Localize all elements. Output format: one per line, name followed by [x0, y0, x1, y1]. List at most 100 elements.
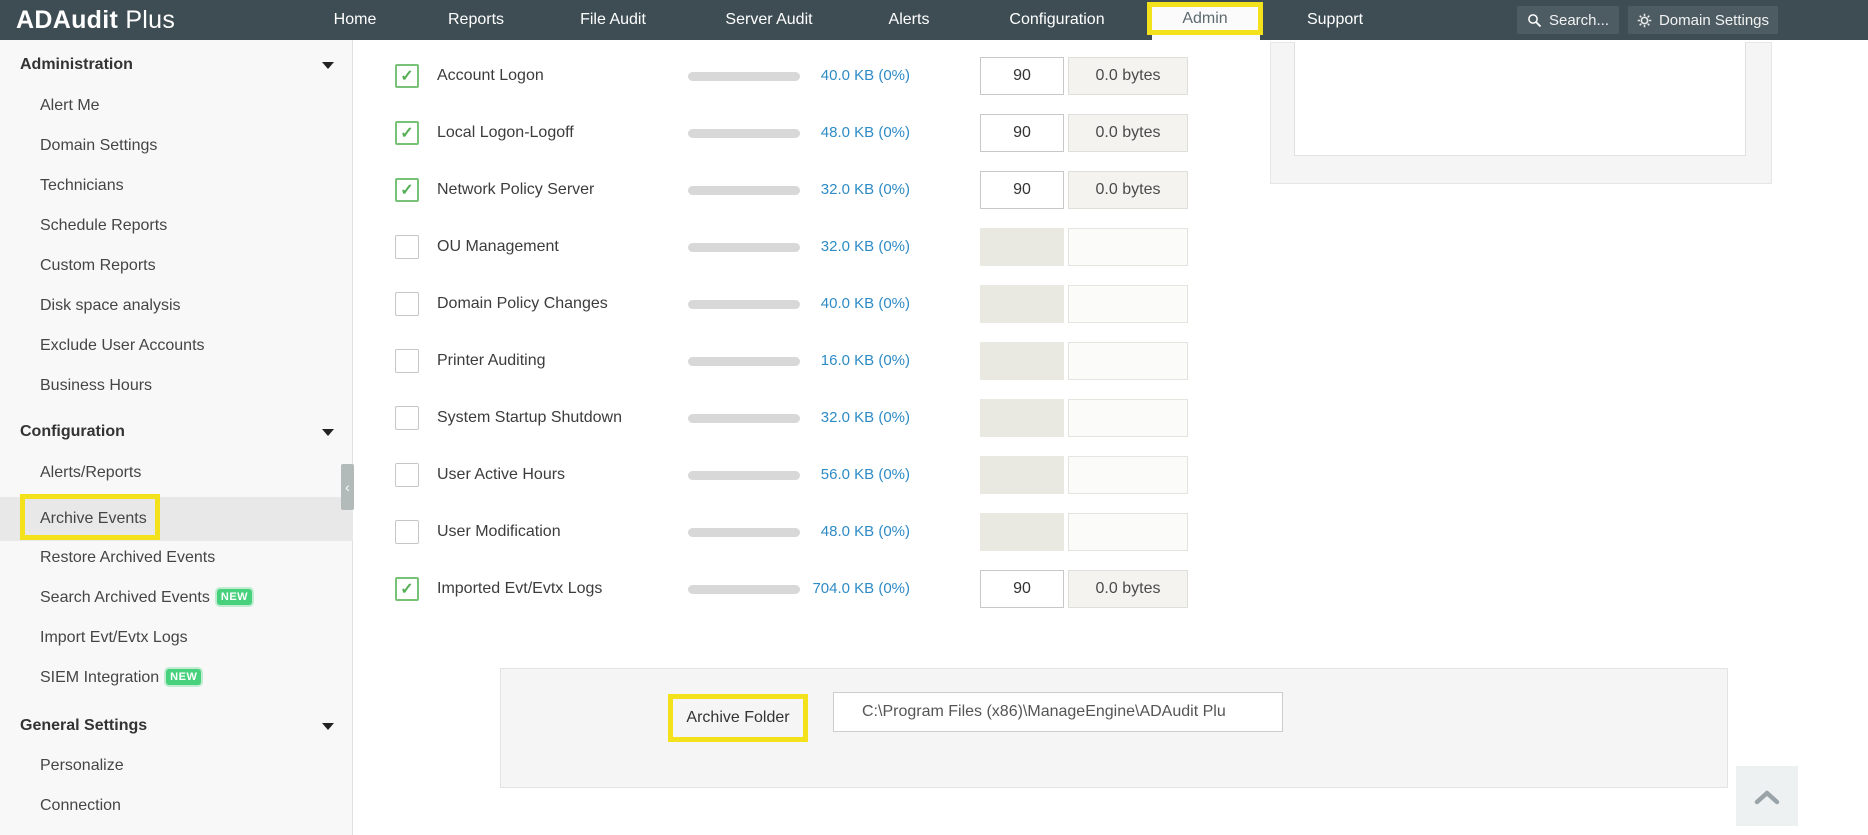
- checkbox-printer-auditing[interactable]: [395, 349, 419, 373]
- sidebar-collapse-handle[interactable]: ‹: [341, 464, 354, 510]
- chevron-down-icon: [322, 429, 334, 436]
- bytes-field: 0.0 bytes: [1068, 114, 1188, 152]
- checkbox-system-startup-shutdown[interactable]: [395, 406, 419, 430]
- sidebar-item-disk-space-analysis[interactable]: Disk space analysis: [40, 295, 181, 317]
- retention-days-disabled: [980, 342, 1064, 380]
- audit-row-user-modification: User Modification 48.0 KB (0%): [370, 513, 1200, 551]
- audit-row-user-active-hours: User Active Hours 56.0 KB (0%): [370, 456, 1200, 494]
- audit-row-local-logon-logoff: ✓ Local Logon-Logoff 48.0 KB (0%) 0.0 by…: [370, 114, 1200, 152]
- sidebar-item-alert-me[interactable]: Alert Me: [40, 95, 100, 117]
- sidebar-section-general-settings[interactable]: General Settings: [20, 715, 147, 737]
- nav-item-file-audit[interactable]: File Audit: [580, 0, 646, 40]
- size-link[interactable]: 48.0 KB (0%): [770, 122, 910, 144]
- sidebar-item-import-evt-evtx-logs[interactable]: Import Evt/Evtx Logs: [40, 627, 188, 649]
- sidebar-item-domain-settings[interactable]: Domain Settings: [40, 135, 157, 157]
- sidebar-item-custom-reports[interactable]: Custom Reports: [40, 255, 156, 277]
- nav-item-admin[interactable]: Admin: [1147, 2, 1263, 35]
- audit-row-printer-auditing: Printer Auditing 16.0 KB (0%): [370, 342, 1200, 380]
- size-link[interactable]: 16.0 KB (0%): [770, 350, 910, 372]
- size-link[interactable]: 32.0 KB (0%): [770, 407, 910, 429]
- scroll-to-top-button[interactable]: [1736, 766, 1798, 826]
- audit-row-ou-management: OU Management 32.0 KB (0%): [370, 228, 1200, 266]
- row-label: Local Logon-Logoff: [437, 122, 574, 144]
- sidebar-item-siem-integration[interactable]: SIEM IntegrationNEW: [40, 667, 201, 689]
- bytes-field: 0.0 bytes: [1068, 57, 1188, 95]
- sidebar-section-configuration[interactable]: Configuration: [20, 421, 125, 443]
- row-label: Imported Evt/Evtx Logs: [437, 578, 602, 600]
- nav-item-home[interactable]: Home: [334, 0, 377, 40]
- retention-days-disabled: [980, 456, 1064, 494]
- domain-settings-button[interactable]: Domain Settings: [1628, 6, 1778, 34]
- archive-folder-label: Archive Folder: [673, 699, 803, 737]
- audit-row-account-logon: ✓ Account Logon 40.0 KB (0%) 0.0 bytes: [370, 57, 1200, 95]
- new-badge: NEW: [217, 589, 252, 605]
- row-label: Network Policy Server: [437, 179, 594, 201]
- retention-days-disabled: [980, 399, 1064, 437]
- row-label: User Modification: [437, 521, 561, 543]
- retention-days-input[interactable]: [980, 57, 1064, 95]
- chevron-up-icon: [1753, 788, 1781, 805]
- checkbox-local-logon-logoff[interactable]: ✓: [395, 121, 419, 145]
- bytes-field-disabled: [1068, 285, 1188, 323]
- sidebar-item-schedule-reports[interactable]: Schedule Reports: [40, 215, 167, 237]
- search-button[interactable]: Search...: [1517, 6, 1619, 34]
- adaudit-plus-page: ADAudit Plus Home Reports File Audit Ser…: [0, 0, 1868, 835]
- logo-bold: ADAudit: [16, 6, 118, 34]
- retention-days-disabled: [980, 228, 1064, 266]
- retention-days-disabled: [980, 513, 1064, 551]
- size-link[interactable]: 40.0 KB (0%): [770, 65, 910, 87]
- retention-days-input[interactable]: [980, 570, 1064, 608]
- size-link[interactable]: 704.0 KB (0%): [770, 578, 910, 600]
- highlight-box-archive-folder: Archive Folder: [668, 694, 808, 742]
- sidebar-item-exclude-user-accounts[interactable]: Exclude User Accounts: [40, 335, 205, 357]
- checkbox-domain-policy-changes[interactable]: [395, 292, 419, 316]
- size-link[interactable]: 40.0 KB (0%): [770, 293, 910, 315]
- row-label: Printer Auditing: [437, 350, 546, 372]
- nav-item-support[interactable]: Support: [1307, 0, 1363, 40]
- row-label: System Startup Shutdown: [437, 407, 622, 429]
- nav-item-configuration[interactable]: Configuration: [1009, 0, 1104, 40]
- row-label: Account Logon: [437, 65, 544, 87]
- retention-days-disabled: [980, 285, 1064, 323]
- sidebar-item-restore-archived-events[interactable]: Restore Archived Events: [40, 547, 215, 569]
- audit-row-system-startup-shutdown: System Startup Shutdown 32.0 KB (0%): [370, 399, 1200, 437]
- sidebar-item-connection[interactable]: Connection: [40, 795, 121, 817]
- domain-settings-label: Domain Settings: [1659, 12, 1769, 29]
- sidebar-item-technicians[interactable]: Technicians: [40, 175, 124, 197]
- checkbox-network-policy-server[interactable]: ✓: [395, 178, 419, 202]
- row-label: User Active Hours: [437, 464, 565, 486]
- bytes-field-disabled: [1068, 456, 1188, 494]
- retention-days-input[interactable]: [980, 171, 1064, 209]
- checkbox-imported-evt-evtx-logs[interactable]: ✓: [395, 577, 419, 601]
- audit-row-network-policy-server: ✓ Network Policy Server 32.0 KB (0%) 0.0…: [370, 171, 1200, 209]
- bytes-field-disabled: [1068, 513, 1188, 551]
- top-navbar: ADAudit Plus Home Reports File Audit Ser…: [0, 0, 1868, 40]
- sidebar-item-personalize[interactable]: Personalize: [40, 755, 124, 777]
- sidebar-section-administration[interactable]: Administration: [20, 54, 133, 76]
- checkbox-ou-management[interactable]: [395, 235, 419, 259]
- nav-item-alerts[interactable]: Alerts: [889, 0, 930, 40]
- size-link[interactable]: 32.0 KB (0%): [770, 236, 910, 258]
- checkbox-user-active-hours[interactable]: [395, 463, 419, 487]
- sidebar-item-label: Search Archived Events: [40, 589, 210, 606]
- size-link[interactable]: 56.0 KB (0%): [770, 464, 910, 486]
- bytes-field: 0.0 bytes: [1068, 171, 1188, 209]
- nav-item-reports[interactable]: Reports: [448, 0, 504, 40]
- size-link[interactable]: 48.0 KB (0%): [770, 521, 910, 543]
- checkbox-account-logon[interactable]: ✓: [395, 64, 419, 88]
- gear-icon: [1637, 13, 1652, 28]
- logo-light: Plus: [125, 6, 175, 34]
- checkbox-user-modification[interactable]: [395, 520, 419, 544]
- retention-days-input[interactable]: [980, 114, 1064, 152]
- sidebar-item-search-archived-events[interactable]: Search Archived Events NEW: [40, 587, 252, 609]
- nav-item-server-audit[interactable]: Server Audit: [725, 0, 812, 40]
- bytes-field-disabled: [1068, 228, 1188, 266]
- adaudit-logo: ADAudit Plus: [16, 0, 175, 40]
- sidebar-item-business-hours[interactable]: Business Hours: [40, 375, 152, 397]
- archive-folder-input[interactable]: [833, 692, 1283, 732]
- size-link[interactable]: 32.0 KB (0%): [770, 179, 910, 201]
- sidebar-item-alerts-reports[interactable]: Alerts/Reports: [40, 462, 141, 484]
- bytes-field-disabled: [1068, 399, 1188, 437]
- search-label: Search...: [1549, 12, 1609, 29]
- info-panel-textbox: [1294, 42, 1746, 156]
